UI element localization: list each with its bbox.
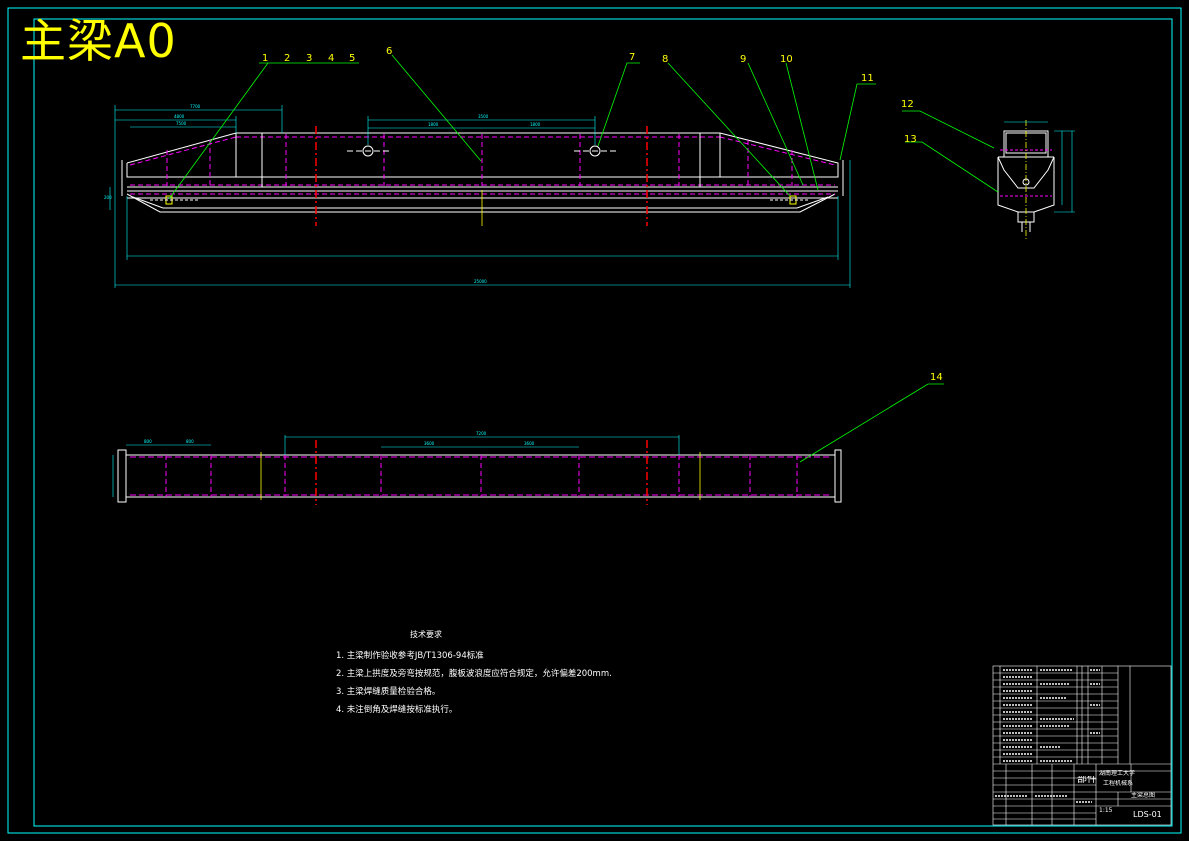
leader-14: [799, 383, 944, 463]
note-item-3: 3. 主梁焊缝质量检验合格。: [336, 687, 441, 697]
tb-part-name: 主梁总图: [1131, 792, 1156, 799]
callout-10: 10: [780, 54, 793, 65]
dim-text: 25000: [474, 279, 487, 284]
hidden-slope-left: [129, 136, 237, 166]
leader-11: [839, 83, 876, 161]
tb-drawing-no: LDS-01: [1133, 811, 1162, 819]
leader-13: [905, 141, 999, 193]
tb-school: 湖南理工大学: [1099, 770, 1136, 777]
note-item-2: 2. 主梁上拱度及旁弯按规范，腹板波浪度应符合规定，允许偏差200mm.: [336, 669, 612, 679]
callout-1: 1: [262, 53, 268, 64]
section-dimensions: [1004, 121, 1075, 213]
plan-end-right: [834, 449, 842, 503]
plan-end-left: [117, 449, 127, 503]
dim-text: 800: [186, 439, 194, 444]
leader-6: [391, 54, 482, 162]
dim-text: 200: [104, 195, 112, 200]
tb-scale: 1:15: [1099, 807, 1113, 814]
front-dimensions: [109, 105, 851, 288]
dim-text: 3600: [524, 441, 535, 446]
technical-requirements: 技术要求 1. 主梁制作验收参考JB/T1306-94标准 2. 主梁上拱度及旁…: [336, 626, 612, 719]
dim-text: 7200: [476, 431, 487, 436]
callout-3: 3: [306, 53, 312, 64]
notes-title: 技术要求: [410, 630, 442, 639]
tb-school-sub: 工程机械系: [1103, 780, 1134, 787]
sheet-stamp: 主梁A0: [20, 14, 177, 68]
girder-bottom-outline: [126, 193, 836, 213]
girder-bottom-inner: [132, 196, 829, 209]
dim-text: 4800: [174, 114, 185, 119]
title-block: 部件 湖南理工大学 工程机械系 主梁总图 1:15 LDS-01: [993, 666, 1171, 825]
callout-6: 6: [386, 46, 392, 57]
dim-text: 7700: [190, 104, 201, 109]
leaders: [168, 54, 999, 463]
callout-2: 2: [284, 53, 290, 64]
girder-front-view: 7700 4800 7500 3500 1800 1800 25000 200: [104, 104, 851, 288]
dim-text: 3600: [424, 441, 435, 446]
note-item-4: 4. 未注倒角及焊缝按标准执行。: [336, 705, 458, 715]
note-item-1: 1. 主梁制作验收参考JB/T1306-94标准: [336, 651, 484, 661]
dim-text: 1800: [428, 122, 439, 127]
callout-labels: 1 2 3 4 5 6 7 8 9 10 11 12 13 14: [262, 46, 943, 383]
leader-7: [597, 62, 640, 147]
callout-11: 11: [861, 73, 874, 84]
leader-1: [168, 62, 269, 200]
callout-14: 14: [930, 372, 943, 383]
girder-cross-section: [997, 120, 1075, 240]
dim-text: 1800: [530, 122, 541, 127]
callout-4: 4: [328, 53, 334, 64]
girder-plan-view: 800 800 7200 3600 3600: [112, 431, 842, 505]
dim-text: 7500: [176, 121, 187, 126]
plan-dim-texts: 800 800 7200 3600 3600: [144, 431, 535, 446]
callout-13: 13: [904, 134, 917, 145]
leader-10: [785, 62, 819, 191]
callout-9: 9: [740, 54, 746, 65]
dim-text: 3500: [478, 114, 489, 119]
callout-5: 5: [349, 53, 355, 64]
plan-dimensions: [112, 435, 680, 497]
callout-7: 7: [629, 52, 635, 63]
tb-drawing-title: 部件: [1077, 776, 1097, 784]
hidden-slope-right: [719, 136, 836, 166]
callout-12: 12: [901, 99, 914, 110]
diaphragms: [166, 134, 793, 186]
callout-8: 8: [662, 54, 668, 65]
leader-8: [667, 62, 791, 197]
dim-text: 800: [144, 439, 152, 444]
leader-9: [747, 62, 804, 186]
